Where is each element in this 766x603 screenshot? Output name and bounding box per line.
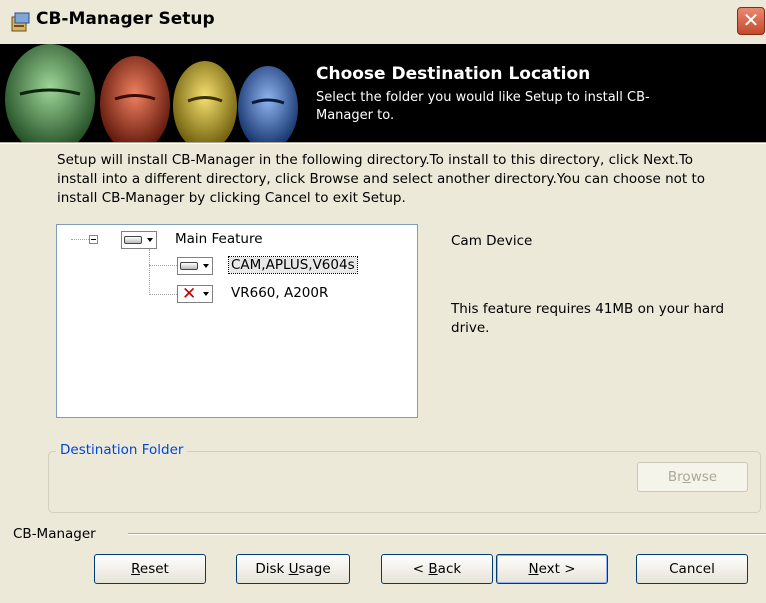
browse-button[interactable]: Browse (637, 462, 748, 492)
destination-folder-legend: Destination Folder (56, 442, 188, 458)
feature-state-dropdown[interactable] (121, 231, 157, 249)
tree-item-cam-aplus-v604s[interactable]: CAM,APLUS,V604s (228, 256, 358, 274)
feature-size-requirement: This feature requires 41MB on your hard … (451, 301, 725, 336)
chevron-down-icon (147, 238, 153, 242)
faces-banner-image (0, 44, 300, 142)
feature-state-dropdown[interactable]: ✕ (177, 284, 213, 304)
cancel-button[interactable]: Cancel (636, 554, 748, 584)
banner-subtitle: Select the folder you would like Setup t… (316, 90, 650, 123)
disk-usage-button[interactable]: Disk Usage (236, 554, 350, 584)
tree-connector (149, 294, 177, 295)
feature-tree[interactable]: Main Feature CAM,APLUS,V604s ✕ VR660, A2… (56, 224, 418, 418)
chevron-down-icon (203, 292, 209, 296)
tree-connector (149, 265, 177, 266)
setup-app-icon (11, 12, 30, 32)
feature-description: Cam Device (451, 233, 533, 249)
tree-connector (149, 249, 150, 295)
close-icon: ✕ (742, 8, 760, 32)
tree-connector (71, 239, 89, 240)
window-title: CB-Manager Setup (36, 9, 215, 29)
close-button[interactable]: ✕ (737, 7, 765, 35)
intro-text: Setup will install CB-Manager in the fol… (57, 152, 706, 206)
feature-state-dropdown[interactable] (177, 257, 213, 275)
x-icon: ✕ (182, 284, 197, 304)
tree-item-main-feature[interactable]: Main Feature (175, 231, 263, 247)
header-banner: Choose Destination Location Select the f… (0, 44, 766, 142)
banner-title: Choose Destination Location (316, 64, 591, 84)
title-bar: CB-Manager Setup ✕ (0, 0, 766, 44)
footer-separator (128, 533, 766, 535)
reset-button[interactable]: Reset (94, 554, 206, 584)
footer-label: CB-Manager (13, 526, 96, 542)
next-button[interactable]: Next > (496, 554, 608, 584)
drive-icon (124, 236, 142, 244)
collapse-toggle[interactable] (89, 235, 98, 244)
back-button[interactable]: < Back (381, 554, 493, 584)
drive-icon (180, 262, 198, 270)
banner-separator (0, 142, 766, 144)
chevron-down-icon (203, 264, 209, 268)
tree-item-vr660-a200r[interactable]: VR660, A200R (231, 285, 328, 301)
